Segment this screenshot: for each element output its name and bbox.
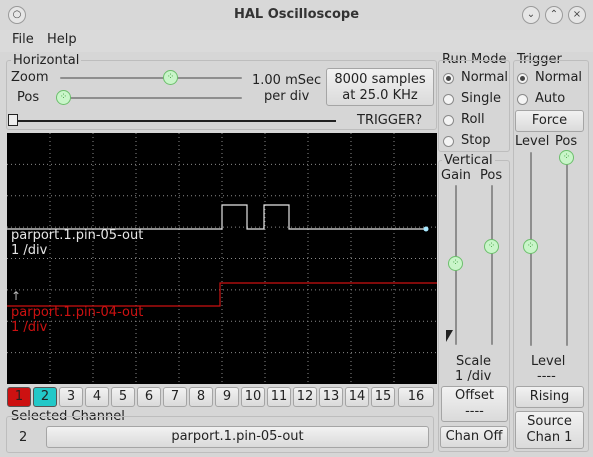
run_mode-radio-roll[interactable] bbox=[443, 115, 454, 126]
menu-bar bbox=[0, 30, 593, 52]
scope-display[interactable]: parport.1.pin-05-out 1 /div parport.1.pi… bbox=[7, 133, 437, 384]
trigger-level-caption: Level bbox=[531, 354, 566, 369]
gain-slider-knob[interactable]: ⁘ bbox=[448, 256, 463, 271]
source-label: Source bbox=[527, 414, 572, 429]
record-position-bar[interactable] bbox=[8, 120, 336, 122]
vertical-pos-label: Pos bbox=[480, 168, 503, 183]
offset-value: ---- bbox=[465, 404, 484, 419]
trigger-radio-normal[interactable] bbox=[517, 73, 528, 84]
force-button[interactable]: Force bbox=[515, 110, 584, 132]
zoom-label: Zoom bbox=[11, 70, 49, 85]
trigger-pos-slider-track[interactable] bbox=[566, 152, 568, 346]
channel-button-1[interactable]: 1 bbox=[7, 387, 31, 407]
run_mode-radio-normal[interactable] bbox=[443, 73, 454, 84]
ch1-end-marker bbox=[423, 226, 429, 232]
channel-button-2[interactable]: 2 bbox=[33, 387, 57, 407]
samples-button[interactable]: 8000 samples at 25.0 KHz bbox=[326, 68, 434, 106]
window-title: HAL Oscilloscope bbox=[233, 7, 360, 22]
channel-button-7[interactable]: 7 bbox=[163, 387, 187, 407]
trigger-arrow-icon: ↑ bbox=[11, 289, 22, 303]
run_mode-option-label: Stop bbox=[461, 133, 491, 148]
trigger-level-slider-knob[interactable]: ⁘ bbox=[523, 239, 538, 254]
pos-slider-knob[interactable]: ⁘ bbox=[56, 90, 71, 105]
channel-button-9[interactable]: 9 bbox=[215, 387, 239, 407]
run_mode-radio-single[interactable] bbox=[443, 94, 454, 105]
pos-slider-track[interactable] bbox=[58, 97, 242, 99]
vertical-pos-slider-track[interactable] bbox=[491, 185, 493, 345]
selected-channel-name-button[interactable]: parport.1.pin-05-out bbox=[46, 426, 429, 448]
ch2-trace bbox=[7, 282, 437, 307]
source-button[interactable]: Source Chan 1 bbox=[515, 411, 584, 449]
scope-plot bbox=[7, 133, 437, 384]
selected-channel-number: 2 bbox=[19, 430, 28, 445]
scope-grid bbox=[7, 133, 437, 384]
ch1-scale: 1 /div bbox=[11, 243, 48, 258]
run_mode-radio-stop[interactable] bbox=[443, 136, 454, 147]
channel-button-3[interactable]: 3 bbox=[59, 387, 83, 407]
scale-label: Scale bbox=[456, 354, 491, 369]
close-icon[interactable]: × bbox=[568, 6, 586, 24]
run_mode-option-label: Roll bbox=[461, 112, 485, 127]
menu-help[interactable]: Help bbox=[47, 32, 77, 47]
trigger-status: TRIGGER? bbox=[357, 113, 423, 128]
ch2-name: parport.1.pin-04-out bbox=[11, 305, 144, 320]
trigger-option-label: Auto bbox=[535, 91, 566, 106]
trigger-level-label: Level bbox=[515, 134, 550, 149]
channel-button-15[interactable]: 15 bbox=[371, 387, 395, 407]
chan-off-button[interactable]: Chan Off bbox=[440, 426, 508, 448]
trigger-radio-auto[interactable] bbox=[517, 94, 528, 105]
ch1-label: parport.1.pin-05-out 1 /div bbox=[11, 228, 143, 258]
maximize-icon[interactable]: ⌃ bbox=[545, 6, 563, 24]
offset-label: Offset bbox=[454, 388, 495, 403]
channel-button-5[interactable]: 5 bbox=[111, 387, 135, 407]
record-position-marker[interactable] bbox=[8, 114, 18, 126]
source-value: Chan 1 bbox=[526, 430, 573, 445]
horizontal-label: Horizontal bbox=[11, 53, 82, 68]
channel-button-13[interactable]: 13 bbox=[319, 387, 343, 407]
timebase-unit: per div bbox=[264, 89, 310, 104]
minimize-icon[interactable]: ⌄ bbox=[522, 6, 540, 24]
pos-label: Pos bbox=[17, 90, 40, 105]
run_mode-option-label: Normal bbox=[461, 70, 509, 85]
samples-count: 8000 samples bbox=[334, 72, 426, 87]
ch1-trace bbox=[7, 204, 427, 230]
channel-button-12[interactable]: 12 bbox=[293, 387, 317, 407]
trigger-option-label: Normal bbox=[535, 70, 583, 85]
channel-button-16[interactable]: 16 bbox=[398, 387, 434, 407]
ch2-label: parport.1.pin-04-out 1 /div bbox=[11, 305, 143, 335]
mouse-cursor-icon bbox=[446, 330, 453, 342]
scale-value: 1 /div bbox=[455, 369, 492, 384]
timebase-value: 1.00 mSec bbox=[252, 73, 322, 88]
menu-file[interactable]: File bbox=[12, 32, 34, 47]
channel-button-4[interactable]: 4 bbox=[85, 387, 109, 407]
edge-button[interactable]: Rising bbox=[515, 386, 584, 408]
ch2-scale: 1 /div bbox=[11, 320, 48, 335]
channel-button-10[interactable]: 10 bbox=[241, 387, 265, 407]
trigger-level-value: ---- bbox=[537, 369, 556, 384]
channel-button-14[interactable]: 14 bbox=[345, 387, 369, 407]
run_mode-option-label: Single bbox=[461, 91, 501, 106]
zoom-slider-track[interactable] bbox=[60, 77, 242, 79]
vertical-label: Vertical bbox=[442, 153, 495, 168]
trigger-pos-label: Pos bbox=[555, 134, 578, 149]
channel-button-8[interactable]: 8 bbox=[189, 387, 213, 407]
trigger-pos-slider-knob[interactable]: ⁘ bbox=[559, 150, 574, 165]
zoom-slider-knob[interactable]: ⁘ bbox=[163, 70, 178, 85]
vertical-pos-slider-knob[interactable]: ⁘ bbox=[484, 239, 499, 254]
offset-button[interactable]: Offset ---- bbox=[441, 386, 508, 422]
samples-rate: at 25.0 KHz bbox=[342, 88, 418, 103]
ch1-name: parport.1.pin-05-out bbox=[11, 228, 144, 243]
gain-label: Gain bbox=[441, 168, 471, 183]
channel-button-11[interactable]: 11 bbox=[267, 387, 291, 407]
channel-button-6[interactable]: 6 bbox=[137, 387, 161, 407]
